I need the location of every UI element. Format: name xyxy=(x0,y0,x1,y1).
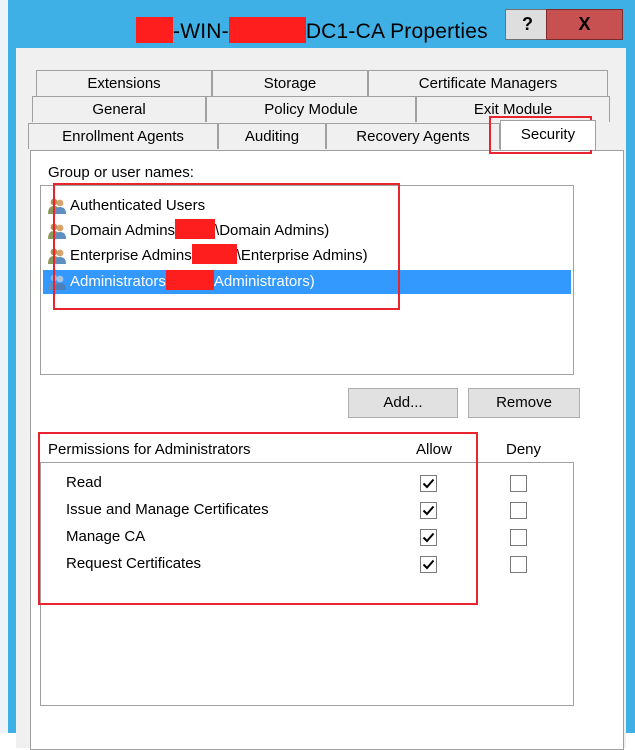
allow-checkbox[interactable] xyxy=(420,475,437,492)
user-name: Administrators xyxy=(70,273,166,290)
tab-label: General xyxy=(92,101,146,118)
tab-label: Enrollment Agents xyxy=(62,128,184,145)
redaction-block xyxy=(228,17,306,43)
allow-header: Allow xyxy=(416,441,452,458)
user-name: Authenticated Users xyxy=(70,197,206,214)
tab-label: Auditing xyxy=(244,128,300,145)
users-listbox[interactable]: Authenticated Users Domain Admins \Domain… xyxy=(40,185,574,375)
user-name: Domain Admins xyxy=(70,222,176,239)
allow-checkbox[interactable] xyxy=(420,529,437,546)
allow-checkbox[interactable] xyxy=(420,556,437,573)
close-button[interactable]: X xyxy=(546,9,623,40)
permissions-list xyxy=(40,462,574,706)
tab-label: Exit Module xyxy=(473,101,553,118)
tab-storage[interactable]: Storage xyxy=(212,70,368,96)
redaction-block xyxy=(136,17,173,43)
tab-label: Storage xyxy=(263,75,317,92)
users-group-icon xyxy=(48,248,66,264)
list-item-selected[interactable]: Administrators Administrators) xyxy=(43,270,571,294)
user-domain: Administrators) xyxy=(213,273,315,290)
add-button[interactable]: Add... xyxy=(348,388,458,418)
tab-label: Extensions xyxy=(87,75,161,92)
tab-label: Certificate Managers xyxy=(418,75,558,92)
title-prefix: -WIN- xyxy=(173,20,229,43)
deny-checkbox[interactable] xyxy=(510,475,527,492)
title-bar[interactable]: -WIN- DC1-CA Properties ? X xyxy=(8,0,635,48)
redaction-block xyxy=(165,270,214,290)
permission-name: Read xyxy=(66,474,102,491)
window-title: -WIN- DC1-CA Properties xyxy=(136,17,488,44)
close-icon: X xyxy=(578,14,591,34)
tab-label: Security xyxy=(520,126,576,143)
permissions-label: Permissions for Administrators xyxy=(48,441,251,458)
allow-checkbox[interactable] xyxy=(420,502,437,519)
deny-header: Deny xyxy=(506,441,542,458)
tab-label: Recovery Agents xyxy=(356,128,470,145)
group-users-label: Group or user names: xyxy=(48,164,194,181)
permission-name: Request Certificates xyxy=(66,555,202,572)
title-suffix: DC1-CA Properties xyxy=(305,20,488,43)
user-domain: \Domain Admins) xyxy=(215,222,330,239)
tab-security[interactable]: Security xyxy=(500,120,596,150)
deny-checkbox[interactable] xyxy=(510,556,527,573)
permission-name: Manage CA xyxy=(66,528,146,545)
remove-button[interactable]: Remove xyxy=(468,388,580,418)
tab-recovery-agents[interactable]: Recovery Agents xyxy=(326,123,500,149)
users-group-icon xyxy=(48,274,66,290)
tab-enrollment-agents[interactable]: Enrollment Agents xyxy=(28,123,218,149)
tab-general[interactable]: General xyxy=(32,96,206,122)
permission-name: Issue and Manage Certificates xyxy=(66,501,269,518)
user-name: Enterprise Admins xyxy=(70,247,192,264)
tab-auditing[interactable]: Auditing xyxy=(218,123,326,149)
tab-exit-module[interactable]: Exit Module xyxy=(416,96,610,122)
deny-checkbox[interactable] xyxy=(510,529,527,546)
tab-extensions[interactable]: Extensions xyxy=(36,70,212,96)
users-group-icon xyxy=(48,223,66,239)
deny-checkbox[interactable] xyxy=(510,502,527,519)
tab-certificate-managers[interactable]: Certificate Managers xyxy=(368,70,608,96)
help-button[interactable]: ? xyxy=(505,9,550,40)
redaction-block xyxy=(191,244,237,264)
users-group-icon xyxy=(48,198,66,214)
redaction-block xyxy=(175,219,216,239)
user-domain: \Enterprise Admins) xyxy=(236,247,368,264)
tab-policy-module[interactable]: Policy Module xyxy=(206,96,416,122)
tab-label: Policy Module xyxy=(264,101,358,118)
help-icon: ? xyxy=(522,14,533,34)
